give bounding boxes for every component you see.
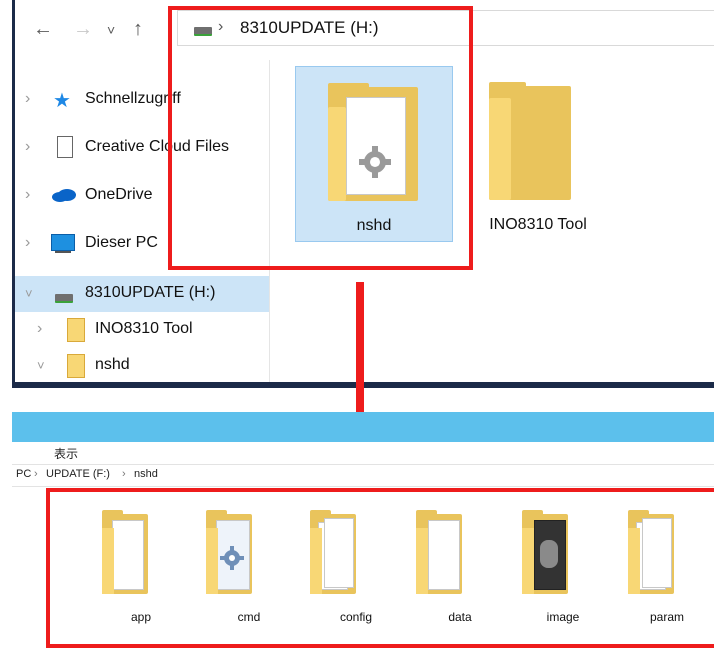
folder-tile-label: INO8310 Tool bbox=[489, 216, 587, 233]
tree-item-label: INO8310 Tool bbox=[95, 320, 193, 337]
menu-view[interactable]: 表示 bbox=[54, 445, 78, 462]
highlight-box-address-and-folder bbox=[168, 6, 473, 270]
expand-chevron-icon[interactable]: › bbox=[25, 138, 30, 156]
recent-locations-chevron-icon[interactable]: ˅ bbox=[107, 22, 115, 38]
up-arrow-icon[interactable]: ↑ bbox=[133, 18, 143, 41]
expand-chevron-icon[interactable]: › bbox=[25, 186, 30, 204]
monitor-stand bbox=[55, 251, 71, 253]
tree-item-label: Dieser PC bbox=[85, 234, 158, 251]
tree-item-nshd[interactable]: ˅ nshd bbox=[15, 348, 269, 382]
breadcrumb-separator: › bbox=[122, 468, 126, 480]
folder-tile-ino8310-tool[interactable]: INO8310 Tool bbox=[463, 66, 623, 242]
cloud-icon bbox=[52, 189, 76, 202]
drive-icon bbox=[55, 294, 73, 303]
tree-item-8310update-drive[interactable]: ˅ 8310UPDATE (H:) bbox=[15, 276, 269, 312]
collapse-chevron-icon[interactable]: ˅ bbox=[25, 286, 33, 301]
folder-icon bbox=[67, 354, 85, 378]
tree-item-label: 8310UPDATE (H:) bbox=[85, 284, 216, 301]
tree-item-label: nshd bbox=[95, 356, 130, 373]
breadcrumb-separator: › bbox=[34, 468, 38, 480]
highlight-box-folder-contents bbox=[46, 488, 714, 648]
monitor-icon bbox=[51, 234, 75, 251]
forward-arrow-icon[interactable]: → bbox=[73, 18, 93, 41]
title-ribbon bbox=[12, 412, 714, 442]
tree-item-label: OneDrive bbox=[85, 186, 153, 203]
menu-bar: 表示 bbox=[12, 442, 714, 465]
expand-chevron-icon[interactable]: › bbox=[25, 90, 30, 108]
expand-chevron-icon[interactable]: › bbox=[37, 320, 42, 338]
breadcrumb-pc[interactable]: PC bbox=[16, 468, 31, 480]
folder-icon bbox=[67, 318, 85, 342]
breadcrumb-drive[interactable]: UPDATE (F:) bbox=[46, 468, 110, 480]
breadcrumb-folder[interactable]: nshd bbox=[134, 468, 158, 480]
tree-item-ino8310-tool[interactable]: › INO8310 Tool bbox=[15, 312, 269, 348]
tree-item-label: Schnellzugriff bbox=[85, 90, 181, 107]
breadcrumb[interactable]: PC › UPDATE (F:) › nshd bbox=[12, 464, 714, 487]
expand-chevron-icon[interactable]: › bbox=[25, 234, 30, 252]
back-arrow-icon[interactable]: ← bbox=[33, 18, 53, 41]
document-icon bbox=[57, 136, 73, 158]
folder-icon bbox=[489, 82, 571, 200]
collapse-chevron-icon[interactable]: ˅ bbox=[37, 358, 45, 373]
star-icon: ★ bbox=[53, 90, 71, 112]
